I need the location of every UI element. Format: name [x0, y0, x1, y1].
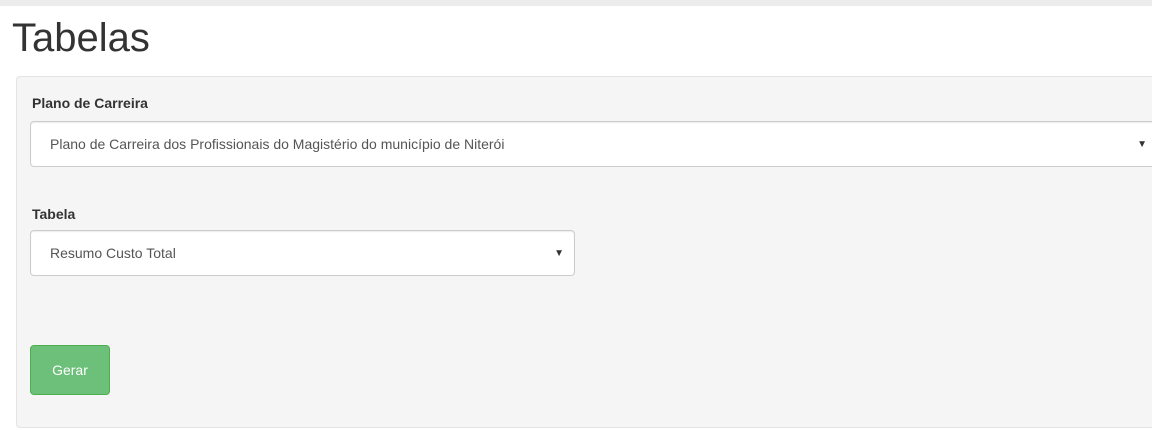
- caret-down-icon: ▼: [554, 247, 564, 259]
- page-title: Tabelas: [12, 16, 150, 60]
- plano-select[interactable]: Plano de Carreira dos Profissionais do M…: [30, 121, 1152, 167]
- form-panel: Plano de Carreira Plano de Carreira dos …: [16, 76, 1152, 428]
- gerar-button[interactable]: Gerar: [30, 345, 110, 395]
- top-strip: [0, 0, 1152, 6]
- tabela-select[interactable]: Resumo Custo Total ▼: [30, 230, 575, 276]
- tabela-label: Tabela: [32, 206, 76, 222]
- plano-select-value: Plano de Carreira dos Profissionais do M…: [50, 136, 505, 152]
- plano-label: Plano de Carreira: [32, 95, 148, 111]
- caret-down-icon: ▼: [1137, 138, 1147, 150]
- page: Tabelas Plano de Carreira Plano de Carre…: [0, 0, 1152, 430]
- tabela-select-value: Resumo Custo Total: [50, 245, 176, 261]
